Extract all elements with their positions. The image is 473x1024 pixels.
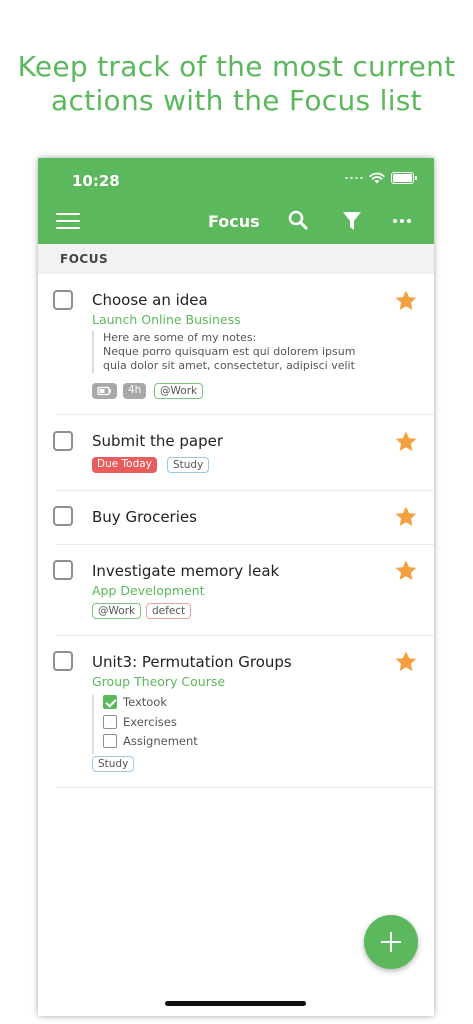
- note-line: Neque porro quisquam est qui dolorem ips…: [103, 345, 356, 358]
- due-badge: Due Today: [92, 457, 157, 473]
- star-icon[interactable]: [394, 650, 418, 678]
- menu-icon[interactable]: [56, 213, 80, 229]
- star-icon[interactable]: [394, 505, 418, 533]
- divider: [56, 787, 434, 788]
- tag[interactable]: Study: [167, 457, 210, 473]
- task-title: Buy Groceries: [92, 508, 197, 526]
- star-icon[interactable]: [394, 430, 418, 458]
- checklist-label: Assignement: [123, 734, 198, 748]
- checklist-item[interactable]: Exercises: [103, 714, 198, 735]
- more-icon[interactable]: [393, 219, 411, 223]
- checkbox-unchecked[interactable]: [103, 714, 117, 729]
- task-title: Submit the paper: [92, 432, 223, 450]
- divider: [56, 490, 434, 491]
- task-checkbox[interactable]: [53, 506, 73, 526]
- checklist-item[interactable]: Textook: [103, 695, 198, 715]
- search-icon[interactable]: [288, 210, 308, 234]
- status-icons: [345, 172, 417, 184]
- checkbox-checked[interactable]: [103, 695, 117, 709]
- divider: [56, 414, 434, 415]
- task-project[interactable]: Group Theory Course: [92, 674, 225, 689]
- checklist-label: Textook: [123, 695, 167, 709]
- app-bar: 10:28 Focus: [38, 158, 434, 244]
- task-note: Here are some of my notes: Neque porro q…: [92, 331, 355, 373]
- task-checkbox[interactable]: [53, 560, 73, 580]
- section-header: FOCUS: [38, 244, 434, 274]
- star-icon[interactable]: [394, 289, 418, 317]
- task-title: Unit3: Permutation Groups: [92, 653, 292, 671]
- wifi-icon: [369, 172, 385, 184]
- duration-tag: 4h: [123, 383, 147, 399]
- checklist-label: Exercises: [123, 714, 177, 729]
- tag[interactable]: Study: [92, 756, 135, 772]
- task-title: Choose an idea: [92, 291, 208, 309]
- note-line: quia dolor sit amet, consectetur, adipis…: [103, 359, 355, 372]
- battery-icon: [391, 172, 417, 184]
- screen-title: Focus: [208, 212, 260, 231]
- signal-icon: [345, 177, 363, 179]
- divider: [56, 544, 434, 545]
- headline-line-2: actions with the Focus list: [51, 84, 422, 117]
- subtask-checklist: Textook Exercises Assignement: [92, 695, 198, 754]
- tag[interactable]: defect: [146, 603, 192, 619]
- checkbox-unchecked[interactable]: [103, 734, 117, 748]
- star-icon[interactable]: [394, 559, 418, 587]
- context-tag[interactable]: @Work: [154, 383, 204, 399]
- note-line: Here are some of my notes:: [103, 331, 257, 344]
- task-project[interactable]: Launch Online Business: [92, 312, 241, 327]
- battery-tag-icon: [92, 383, 117, 399]
- task-checkbox[interactable]: [53, 651, 73, 671]
- checklist-item[interactable]: Assignement: [103, 734, 198, 754]
- add-task-button[interactable]: [364, 915, 418, 969]
- home-indicator[interactable]: [165, 1001, 306, 1006]
- context-tag[interactable]: @Work: [92, 603, 142, 619]
- divider: [56, 635, 434, 636]
- headline-line-1: Keep track of the most current: [17, 50, 456, 83]
- filter-icon[interactable]: [342, 211, 362, 235]
- phone-screen: 10:28 Focus FOCUS Choose an idea Launch …: [38, 158, 434, 1016]
- task-checkbox[interactable]: [53, 431, 73, 451]
- status-time: 10:28: [72, 172, 120, 190]
- task-project[interactable]: App Development: [92, 583, 205, 598]
- task-title: Investigate memory leak: [92, 562, 280, 580]
- task-checkbox[interactable]: [53, 290, 73, 310]
- headline: Keep track of the most current actions w…: [0, 50, 473, 118]
